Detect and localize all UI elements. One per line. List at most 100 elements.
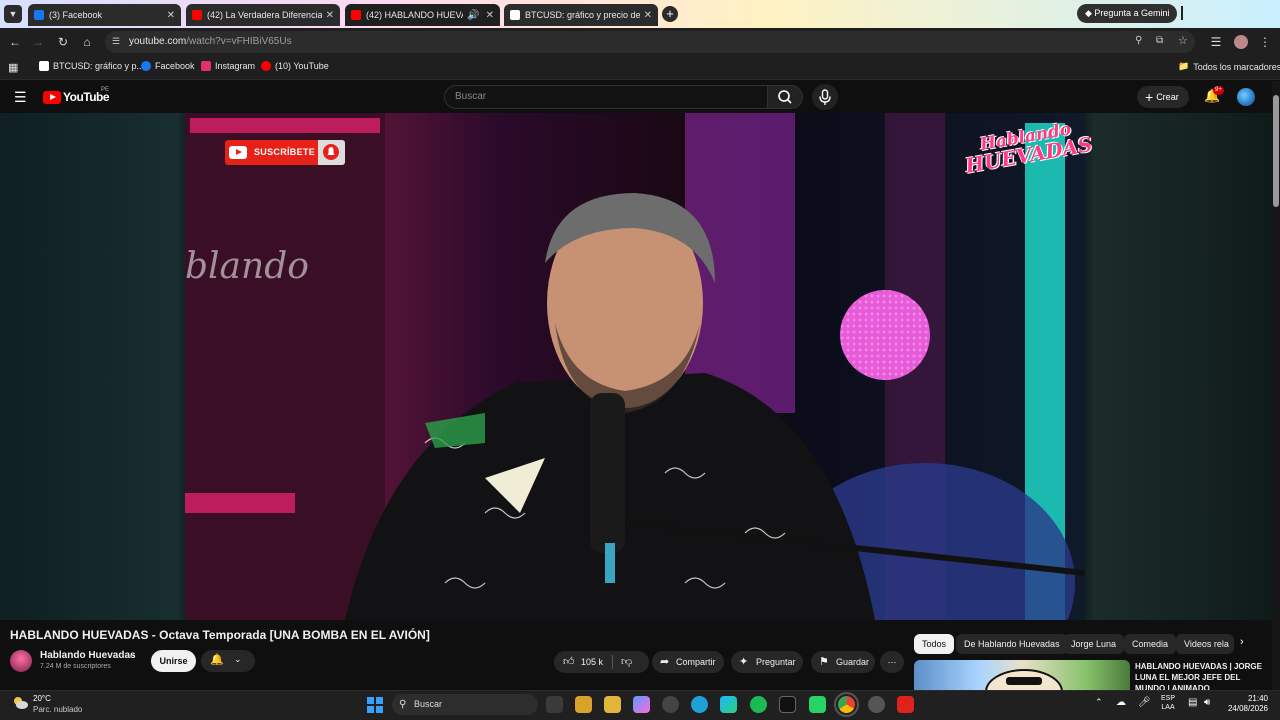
volume-icon[interactable]: 🔊︎ — [1204, 697, 1210, 708]
all-bookmarks-folder[interactable]: 📁 Todos los marcadores — [1178, 61, 1280, 72]
folder-icon: 📁 — [1178, 61, 1190, 71]
file-explorer-icon[interactable] — [575, 696, 592, 713]
apps-grid-icon[interactable]: ▦ — [8, 61, 18, 74]
copilot-icon[interactable] — [633, 696, 650, 713]
video-frame: blando — [185, 113, 1085, 620]
install-app-icon[interactable]: ⧉ — [1156, 35, 1163, 46]
profile-avatar[interactable] — [1234, 35, 1248, 49]
close-icon[interactable]: ✕ — [167, 10, 175, 21]
subscribe-overlay[interactable]: SUSCRÍBETE — [225, 140, 345, 165]
ask-button[interactable]: ✦ Preguntar — [731, 651, 803, 673]
anydesk-icon[interactable] — [897, 696, 914, 713]
tab-facebook[interactable]: (3) Facebook ✕ — [28, 4, 181, 26]
weather-temperature[interactable]: 20°C — [33, 694, 51, 703]
youtube-icon — [351, 10, 361, 20]
facebook-icon — [141, 61, 151, 71]
tab-search-button[interactable]: ▼ — [4, 5, 22, 23]
new-tab-button[interactable]: + — [662, 6, 678, 22]
bookmark-youtube[interactable]: (10) YouTube — [261, 61, 329, 71]
tab-title: BTCUSD: gráfico y precio del Bi — [525, 10, 640, 20]
media-controls-icon[interactable]: ☰ — [1208, 34, 1224, 50]
bookmark-star-icon[interactable]: ☆ — [1178, 34, 1188, 47]
tab-title: (42) La Verdadera Diferencia Er — [207, 10, 322, 20]
tab-youtube-verdadera[interactable]: (42) La Verdadera Diferencia Er ✕ — [186, 4, 340, 26]
forward-icon[interactable]: → — [30, 34, 46, 50]
network-icon[interactable]: ▤ — [1188, 697, 1197, 708]
app-icon[interactable] — [691, 696, 708, 713]
bookmark-label: (10) YouTube — [275, 61, 329, 71]
reload-icon[interactable]: ↻ — [55, 34, 71, 50]
folder-icon[interactable] — [604, 696, 621, 713]
more-actions-button[interactable]: ⋯ — [880, 651, 904, 673]
like-button[interactable]: 👍︎ — [563, 651, 575, 673]
create-button[interactable]: + Crear — [1137, 86, 1189, 108]
video-player[interactable]: blando — [185, 113, 1085, 620]
voice-search-button[interactable] — [812, 84, 838, 110]
scrollbar-thumb[interactable] — [1273, 95, 1279, 207]
subscriber-count: 7.24 M de suscriptores — [40, 663, 111, 670]
chip-videos-relacionados[interactable]: Videos rela — [1176, 634, 1234, 654]
back-icon[interactable]: ← — [7, 34, 23, 50]
account-avatar[interactable] — [1237, 88, 1255, 106]
chevron-right-icon[interactable]: › — [1240, 636, 1244, 648]
search-button[interactable] — [767, 85, 803, 109]
close-icon[interactable]: ✕ — [326, 10, 334, 21]
like-count: 105 k — [581, 657, 604, 667]
instagram-icon — [201, 61, 211, 71]
home-icon[interactable]: ⌂ — [79, 34, 95, 50]
facebook-icon — [34, 10, 44, 20]
close-icon[interactable]: ✕ — [486, 10, 494, 21]
appletv-icon[interactable] — [779, 696, 796, 713]
windows-start-icon[interactable] — [367, 697, 383, 713]
bookmark-btcusd[interactable]: BTCUSD: gráfico y p... — [39, 61, 144, 71]
address-bar[interactable]: ☰ youtube.com/watch?v=vFHIBiV65Us ⚲ ⧉ ☆ — [105, 31, 1195, 53]
language-indicator[interactable]: ESP LAA — [1161, 694, 1175, 712]
site-info-icon[interactable]: ☰ — [112, 36, 120, 47]
related-video-title[interactable]: HABLANDO HUEVADAS | JORGE LUNA EL MEJOR … — [1135, 661, 1265, 690]
chip-jorge-luna[interactable]: Jorge Luna — [1063, 634, 1125, 654]
chip-todos[interactable]: Todos — [914, 634, 955, 654]
tab-youtube-hablando[interactable]: (42) HABLANDO HUEVADA 🔊 ✕ — [345, 4, 500, 26]
related-video-thumbnail[interactable] — [914, 660, 1130, 690]
taskbar-search[interactable]: ⚲ Buscar — [392, 694, 538, 715]
dislike-button[interactable]: 👎︎ — [621, 651, 632, 673]
channel-avatar[interactable] — [10, 650, 32, 672]
edge-icon[interactable] — [720, 696, 737, 713]
spotify-icon[interactable] — [750, 696, 767, 713]
hamburger-menu-icon[interactable]: ☰ — [14, 89, 27, 106]
browser-menu-icon[interactable]: ⋮ — [1257, 34, 1273, 50]
task-view-icon[interactable] — [546, 696, 563, 713]
chrome-icon[interactable] — [834, 692, 859, 717]
chatgpt-icon[interactable] — [662, 696, 679, 713]
microphone-icon[interactable]: 🎤︎ — [1138, 697, 1151, 708]
tab-btcusd[interactable]: BTCUSD: gráfico y precio del Bi ✕ — [504, 4, 658, 26]
zoom-icon[interactable]: ⚲ — [1135, 35, 1142, 46]
app-icon-2[interactable] — [868, 696, 885, 713]
close-icon[interactable]: ✕ — [644, 10, 652, 21]
keyboard-layout: LAA — [1161, 704, 1175, 711]
youtube-logo-icon[interactable] — [43, 91, 61, 104]
channel-name[interactable]: Hablando Huevadas — [40, 650, 136, 661]
weather-description[interactable]: Parc. nublado — [33, 705, 82, 714]
whatsapp-icon[interactable] — [809, 696, 826, 713]
browser-toolbar: ← → ↻ ⌂ ☰ youtube.com/watch?v=vFHIBiV65U… — [0, 28, 1280, 56]
chip-de-hablando-huevadas[interactable]: De Hablando Huevadas — [956, 634, 1068, 654]
save-button[interactable]: ⚑ Guardar — [811, 651, 875, 673]
bookmark-instagram[interactable]: Instagram — [201, 61, 255, 71]
chip-comedia[interactable]: Comedia — [1124, 634, 1177, 654]
cloud-icon[interactable]: ☁ — [1116, 697, 1126, 708]
clock[interactable]: 21:40 24/08/2026 — [1226, 694, 1268, 714]
notification-preferences-button[interactable]: 🔔 ⌄ — [201, 650, 255, 672]
share-icon: ➦ — [660, 656, 670, 668]
chevron-up-icon[interactable]: ⌃ — [1095, 697, 1103, 708]
join-button[interactable]: Unirse — [151, 650, 196, 672]
verified-icon: ✔ — [129, 651, 136, 660]
bookmark-label: BTCUSD: gráfico y p... — [53, 61, 145, 71]
speaker-icon[interactable]: 🔊 — [467, 10, 479, 21]
gemini-button[interactable]: ◆ Pregunta a Gemini — [1077, 4, 1178, 23]
bookmark-facebook[interactable]: Facebook — [141, 61, 195, 71]
taskbar-search-label: Buscar — [414, 699, 443, 709]
search-input[interactable] — [455, 91, 755, 102]
share-button[interactable]: ➦ Compartir — [652, 651, 724, 673]
weather-partly-cloudy-icon[interactable] — [12, 696, 28, 710]
